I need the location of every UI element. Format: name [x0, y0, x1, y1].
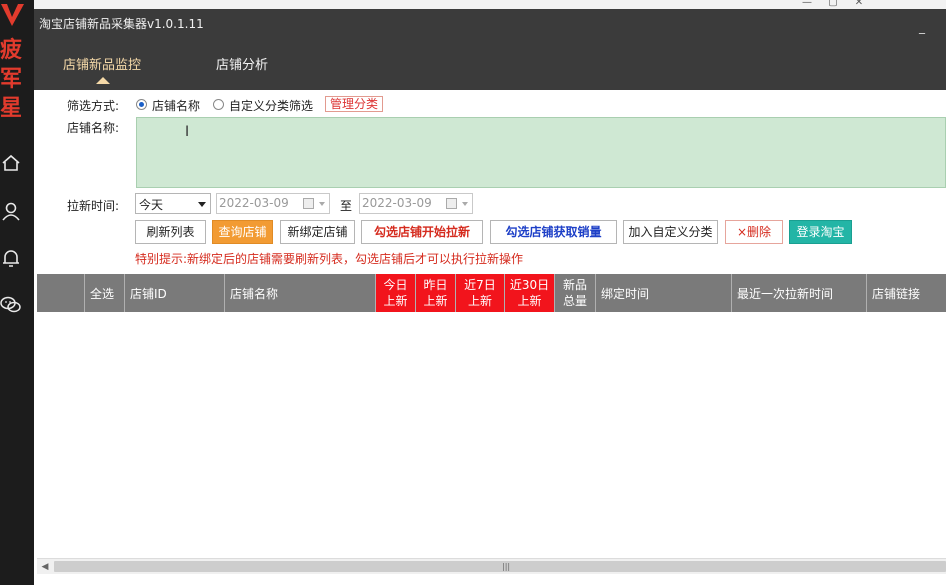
chevron-down-icon [198, 202, 206, 207]
col-shop-id[interactable]: 店铺ID [125, 274, 225, 312]
date-from-value: 2022-03-09 [219, 196, 289, 210]
col-last-pull-time[interactable]: 最近一次拉新时间 [732, 274, 867, 312]
bind-time-header: 绑定时间 [601, 286, 650, 301]
col-bind-time[interactable]: 绑定时间 [596, 274, 732, 312]
select-all-label[interactable]: 全选 [85, 285, 114, 302]
scroll-left-icon[interactable]: ◀ [39, 561, 51, 573]
col-select-all[interactable]: 全选 [85, 274, 125, 312]
scrollbar-thumb[interactable]: ||| [54, 561, 946, 572]
col-checkbox [37, 274, 85, 312]
shop-name-label: 店铺名称: [67, 121, 120, 135]
bottom-edge [34, 575, 946, 585]
app-title: 淘宝店铺新品采集器v1.0.1.11 [39, 17, 204, 31]
brand-char-1: 疲 [0, 37, 23, 63]
start-pull-new-button[interactable]: 勾选店铺开始拉新 [361, 220, 483, 244]
get-sales-button[interactable]: 勾选店铺获取销量 [490, 220, 617, 244]
col-new-total[interactable]: 新品总量 [555, 274, 596, 312]
shop-name-input[interactable] [136, 117, 946, 188]
last7-new-header: 近7日上新 [464, 278, 496, 308]
radio-shop-name[interactable] [136, 99, 147, 110]
last-pull-time-header: 最近一次拉新时间 [737, 286, 834, 301]
date-from-picker[interactable]: 2022-03-09 [216, 193, 330, 214]
horizontal-scrollbar[interactable]: ◀ ||| [37, 558, 946, 574]
window-minimize-button[interactable]: — [800, 0, 814, 8]
text-cursor-icon: I [185, 124, 190, 140]
date-to-picker[interactable]: 2022-03-09 [359, 193, 473, 214]
home-icon[interactable] [0, 150, 22, 176]
query-shop-button[interactable]: 查询店铺 [212, 220, 273, 244]
filter-mode-label: 筛选方式: [67, 99, 120, 113]
col-shop-link[interactable]: 店铺链接 [867, 274, 946, 312]
shop-name-header: 店铺名称 [230, 286, 279, 301]
time-range-select[interactable]: 今天 [135, 193, 211, 214]
col-last30-new[interactable]: 近30日上新 [505, 274, 555, 312]
window-frame-strip: — ▢ ✕ [34, 0, 946, 9]
active-tab-indicator [96, 77, 110, 84]
window-maximize-button[interactable]: ▢ [826, 0, 840, 8]
col-today-new[interactable]: 今日上新 [376, 274, 416, 312]
bind-new-shop-button[interactable]: 新绑定店铺 [280, 220, 355, 244]
minimize-button[interactable]: _ [919, 20, 933, 34]
brand-char-2: 军 [0, 66, 23, 92]
yesterday-new-header: 昨日上新 [423, 278, 448, 308]
brand-name: 疲 军 星 [0, 36, 22, 123]
time-range-value: 今天 [139, 198, 164, 212]
chevron-down-icon [462, 202, 468, 206]
pull-time-label: 拉新时间: [67, 199, 120, 213]
col-last7-new[interactable]: 近7日上新 [456, 274, 505, 312]
logo-icon [1, 4, 24, 26]
tab-shop-analysis[interactable]: 店铺分析 [216, 54, 268, 73]
tab-shop-monitor[interactable]: 店铺新品监控 [63, 54, 141, 73]
table-header: 全选 店铺ID 店铺名称 今日上新 昨日上新 近7日上新 近30日上新 新品总量… [37, 274, 946, 312]
app-header: — ▢ ✕ 淘宝店铺新品采集器v1.0.1.11 _ 店铺新品监控 店铺分析 [34, 0, 946, 90]
radio-custom-category[interactable] [213, 99, 224, 110]
date-to-value: 2022-03-09 [362, 196, 432, 210]
calendar-icon [303, 198, 314, 209]
last30-new-header: 近30日上新 [509, 278, 550, 308]
date-range-separator: 至 [340, 199, 353, 213]
shop-link-header: 店铺链接 [872, 286, 921, 301]
col-yesterday-new[interactable]: 昨日上新 [416, 274, 456, 312]
bell-icon[interactable] [0, 245, 22, 271]
left-sidebar: 疲 军 星 [0, 0, 34, 585]
chevron-down-icon [319, 202, 325, 206]
delete-button[interactable]: ×删除 [725, 220, 783, 244]
scrollbar-grip-icon: ||| [502, 562, 511, 571]
new-total-header: 新品总量 [562, 278, 587, 308]
radio-custom-category-label[interactable]: 自定义分类筛选 [229, 97, 313, 114]
col-shop-name[interactable]: 店铺名称 [225, 274, 376, 312]
today-new-header: 今日上新 [383, 278, 408, 308]
radio-shop-name-label[interactable]: 店铺名称 [152, 97, 200, 114]
shop-id-header: 店铺ID [130, 286, 167, 301]
login-taobao-button[interactable]: 登录淘宝 [789, 220, 852, 244]
calendar-icon [446, 198, 457, 209]
manage-category-button[interactable]: 管理分类 [325, 96, 384, 112]
brand-char-3: 星 [0, 95, 23, 121]
window-close-button[interactable]: ✕ [852, 0, 866, 8]
user-icon[interactable] [0, 198, 22, 224]
refresh-list-button[interactable]: 刷新列表 [135, 220, 206, 244]
special-notice: 特别提示:新绑定后的店铺需要刷新列表，勾选店铺后才可以执行拉新操作 [135, 252, 524, 266]
add-custom-category-button[interactable]: 加入自定义分类 [623, 220, 718, 244]
wechat-icon[interactable] [0, 292, 22, 318]
